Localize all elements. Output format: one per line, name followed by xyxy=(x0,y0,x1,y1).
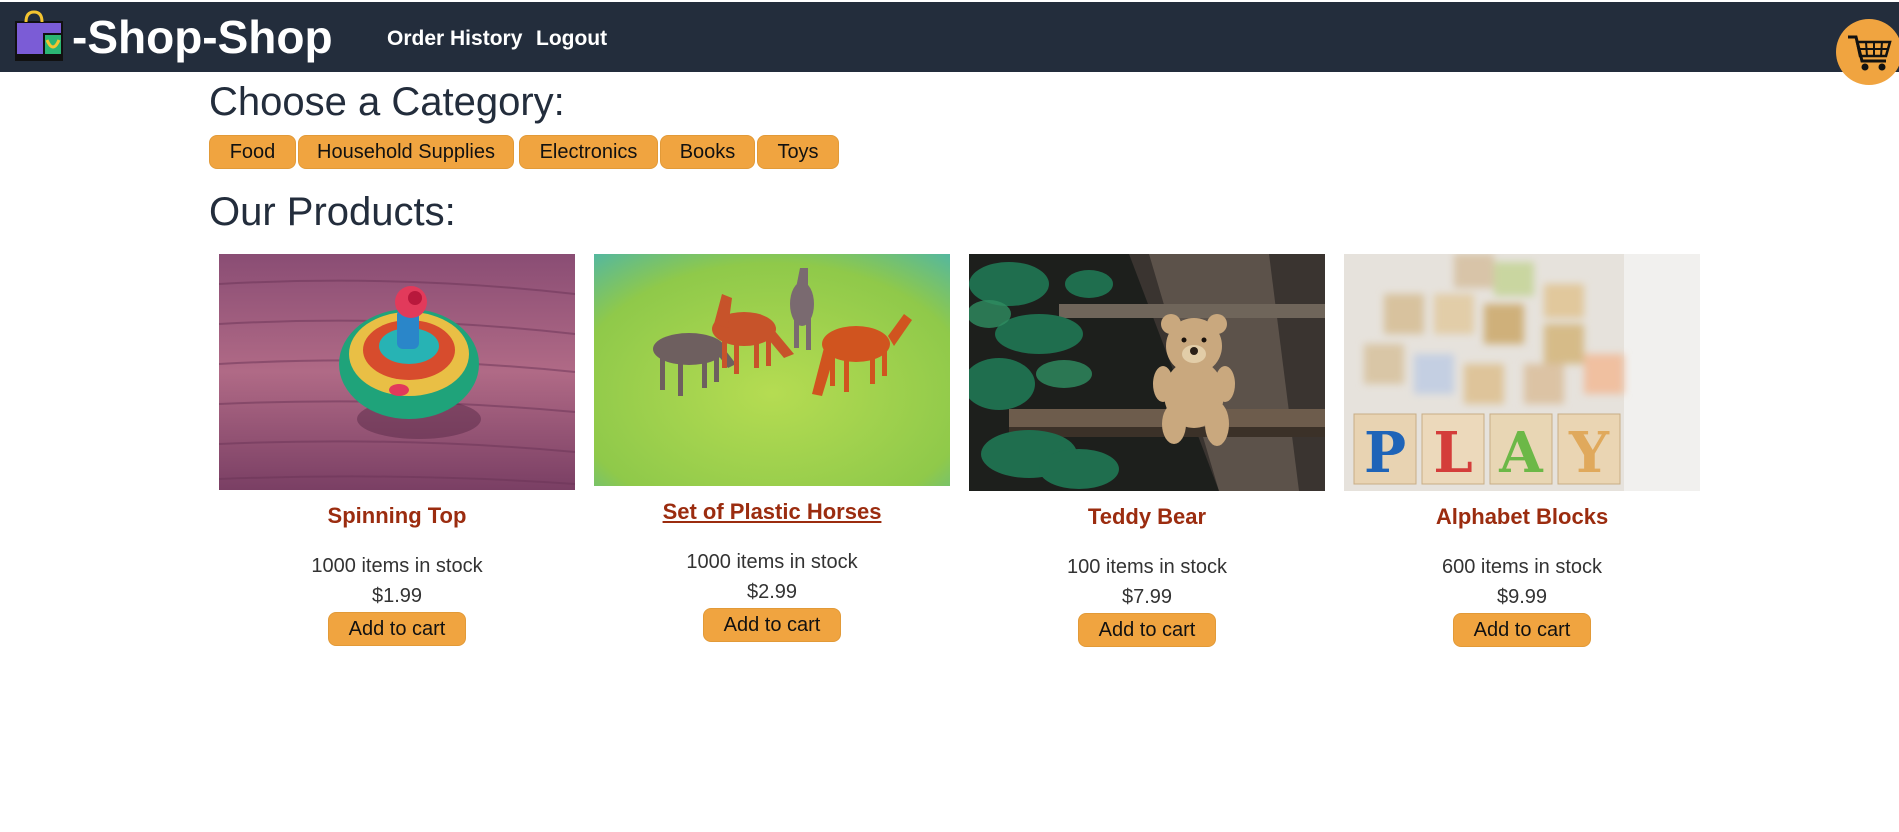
category-heading: Choose a Category: xyxy=(209,80,565,124)
svg-text:A: A xyxy=(1498,420,1544,486)
brand-title[interactable]: -Shop-Shop xyxy=(72,12,333,62)
add-to-cart-button[interactable]: Add to cart xyxy=(328,612,466,646)
cart-button[interactable] xyxy=(1836,19,1899,85)
add-to-cart-button[interactable]: Add to cart xyxy=(703,608,841,642)
add-to-cart-button[interactable]: Add to cart xyxy=(1078,613,1216,647)
category-books[interactable]: Books xyxy=(660,135,755,169)
shopping-bag-icon xyxy=(15,10,63,61)
product-stock: 100 items in stock xyxy=(1066,556,1228,578)
nav-order-history[interactable]: Order History xyxy=(387,26,522,52)
category-food[interactable]: Food xyxy=(209,135,296,169)
product-name-alphabet-blocks[interactable]: Alphabet Blocks xyxy=(1344,504,1700,530)
svg-text:Y: Y xyxy=(1568,420,1610,486)
svg-text:P: P xyxy=(1364,420,1406,486)
plastic-horses-photo[interactable] xyxy=(594,254,950,486)
product-price: $1.99 xyxy=(371,585,423,607)
teddy-bear-photo[interactable] xyxy=(969,254,1325,491)
category-household-supplies[interactable]: Household Supplies xyxy=(298,135,514,169)
alphabet-blocks-photo[interactable]: P L A Y xyxy=(1344,254,1700,491)
category-toys[interactable]: Toys xyxy=(757,135,839,169)
product-name-spinning-top[interactable]: Spinning Top xyxy=(219,503,575,529)
navbar: -Shop-Shop Order History Logout xyxy=(0,2,1899,72)
products-heading: Our Products: xyxy=(209,190,456,234)
product-stock: 1000 items in stock xyxy=(686,551,858,573)
product-price: $2.99 xyxy=(746,581,798,603)
product-name-teddy-bear[interactable]: Teddy Bear xyxy=(969,504,1325,530)
category-electronics[interactable]: Electronics xyxy=(519,135,658,169)
product-name-plastic-horses[interactable]: Set of Plastic Horses xyxy=(594,499,950,525)
svg-text:L: L xyxy=(1433,420,1472,486)
cart-icon xyxy=(1848,35,1892,71)
product-price: $9.99 xyxy=(1496,586,1548,608)
product-price: $7.99 xyxy=(1121,586,1173,608)
nav-logout[interactable]: Logout xyxy=(536,26,607,52)
product-stock: 1000 items in stock xyxy=(311,555,483,577)
add-to-cart-button[interactable]: Add to cart xyxy=(1453,613,1591,647)
product-stock: 600 items in stock xyxy=(1441,556,1603,578)
spinning-top-photo[interactable] xyxy=(219,254,575,490)
